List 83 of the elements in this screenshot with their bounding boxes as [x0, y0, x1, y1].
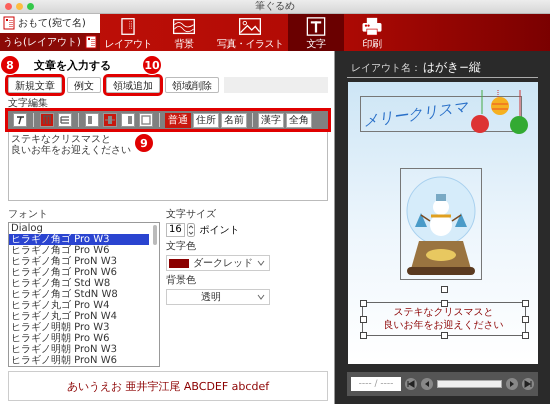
window-title: 筆ぐるめ — [255, 0, 295, 12]
action-button[interactable]: 例文 — [67, 77, 101, 93]
sample-text: あいうえお 亜井宇江尾 ABCDEF abcdef — [66, 378, 270, 394]
first-page-button[interactable] — [405, 378, 417, 390]
action-button[interactable]: 新規文章 — [8, 77, 62, 93]
chevron-down-icon — [257, 260, 265, 266]
resize-handle[interactable] — [360, 300, 366, 307]
font-list-item[interactable]: ヒラギノ角ゴ StdN W8 — [9, 289, 149, 300]
card-icon — [3, 16, 15, 30]
unit-label: ポイント — [200, 224, 240, 237]
scrollbar[interactable] — [153, 225, 157, 245]
text-line: ステキなクリスマスと — [11, 134, 111, 145]
first-page-icon — [407, 380, 415, 388]
resize-handle[interactable] — [360, 332, 366, 339]
callout-badge: 8 — [0, 55, 20, 75]
size-field[interactable]: 16 — [166, 223, 185, 237]
font-list-item[interactable]: ヒラギノ明朝 Pro W6 — [9, 333, 149, 344]
previous-page-icon — [423, 380, 431, 388]
section-heading: 文章を入力する — [34, 59, 111, 73]
layout-name: はがき−縦 — [423, 59, 482, 76]
vertical-text-icon — [40, 113, 54, 127]
next-page-icon — [508, 380, 516, 388]
pattern-icon — [170, 17, 198, 36]
section-label: フォント — [8, 209, 49, 221]
side-tab[interactable]: うら(レイアウト) — [0, 32, 100, 51]
font-list-item[interactable]: ヒラギノ丸ゴ Pro W4 — [9, 300, 149, 311]
callout-badge: 10 — [142, 55, 162, 75]
toolbar-tab[interactable]: レイアウト — [100, 14, 156, 51]
italic-style-icon — [13, 113, 27, 127]
section-label: 文字サイズ — [166, 209, 217, 221]
dropdown-value: 透明 — [200, 290, 222, 304]
layout-name-label: レイアウト名： — [351, 62, 421, 75]
toolbar-tab[interactable]: 印刷 — [344, 14, 400, 51]
resize-handle[interactable] — [522, 332, 528, 339]
action-button[interactable]: 領域追加 — [106, 77, 160, 93]
format-tool-button[interactable] — [12, 112, 28, 128]
image-icon — [236, 17, 264, 36]
resize-handle[interactable] — [440, 300, 448, 307]
format-option-button[interactable]: 全角 — [286, 112, 312, 128]
font-list-item[interactable]: ヒラギノ角ゴ Std W8 — [9, 278, 149, 289]
format-tool-button[interactable] — [57, 112, 73, 128]
last-page-icon — [524, 380, 532, 388]
format-option-button[interactable]: 住所 — [193, 112, 219, 128]
dropdown-value: ダークレッド — [193, 257, 253, 270]
action-button[interactable]: 領域削除 — [165, 77, 219, 93]
last-page-button[interactable] — [522, 378, 534, 390]
font-list-item[interactable]: ヒラギノ角ゴ ProN W6 — [9, 267, 149, 278]
section-label: 文字色 — [166, 241, 197, 253]
card-message: ステキなクリスマスと 良いお年をお迎えください — [384, 306, 504, 332]
card-title: メリークリスマ — [360, 97, 468, 131]
format-option-button[interactable]: 漢字 — [258, 112, 284, 128]
font-list-item[interactable]: ヒラギノ丸ゴ ProN W4 — [9, 311, 149, 322]
resize-handle[interactable] — [440, 332, 448, 339]
section-label: 文字編集 — [8, 98, 49, 110]
toolbar-tab[interactable]: 文字 — [288, 14, 344, 51]
toolbar-tab[interactable]: 背景 — [156, 14, 212, 51]
font-list-item[interactable]: ヒラギノ角ゴ Pro W3 — [9, 234, 149, 245]
rotate-handle[interactable] — [440, 286, 448, 293]
color-dropdown[interactable]: ダークレッド — [166, 255, 270, 271]
resize-handle[interactable] — [522, 300, 528, 307]
font-list-item[interactable]: Dialog — [9, 223, 149, 234]
title-frame[interactable]: メリークリスマ — [360, 96, 522, 132]
stepper-icon — [186, 223, 195, 237]
text-line: 良いお年をお迎えください — [11, 145, 131, 156]
toolbar-tab[interactable]: 写真・イラスト — [212, 14, 288, 51]
resize-handle[interactable] — [360, 316, 366, 323]
previous-page-button[interactable] — [421, 378, 433, 390]
font-list-item[interactable]: ヒラギノ明朝 ProN W6 — [9, 355, 149, 366]
format-option-button[interactable]: 名前 — [221, 112, 247, 128]
font-list-item[interactable]: ヒラギノ角ゴ ProN W3 — [9, 256, 149, 267]
chevron-down-icon — [257, 294, 265, 300]
callout-badge: 9 — [134, 133, 154, 153]
font-list-item[interactable]: ヒラギノ明朝 ProN W3 — [9, 344, 149, 355]
font-list-item[interactable]: ヒラギノ角ゴ Pro W6 — [9, 245, 149, 256]
section-label: 背景色 — [166, 275, 197, 287]
format-option-button[interactable]: 普通 — [165, 112, 191, 128]
font-list-item[interactable]: ヒラギノ明朝 Pro W3 — [9, 322, 149, 333]
card-icon — [85, 34, 97, 49]
resize-handle[interactable] — [522, 316, 528, 323]
horizontal-text-icon — [58, 113, 72, 127]
side-tab[interactable]: おもて(宛て名) — [0, 14, 100, 32]
background-dropdown[interactable]: 透明 — [166, 289, 270, 305]
next-page-button[interactable] — [506, 378, 518, 390]
